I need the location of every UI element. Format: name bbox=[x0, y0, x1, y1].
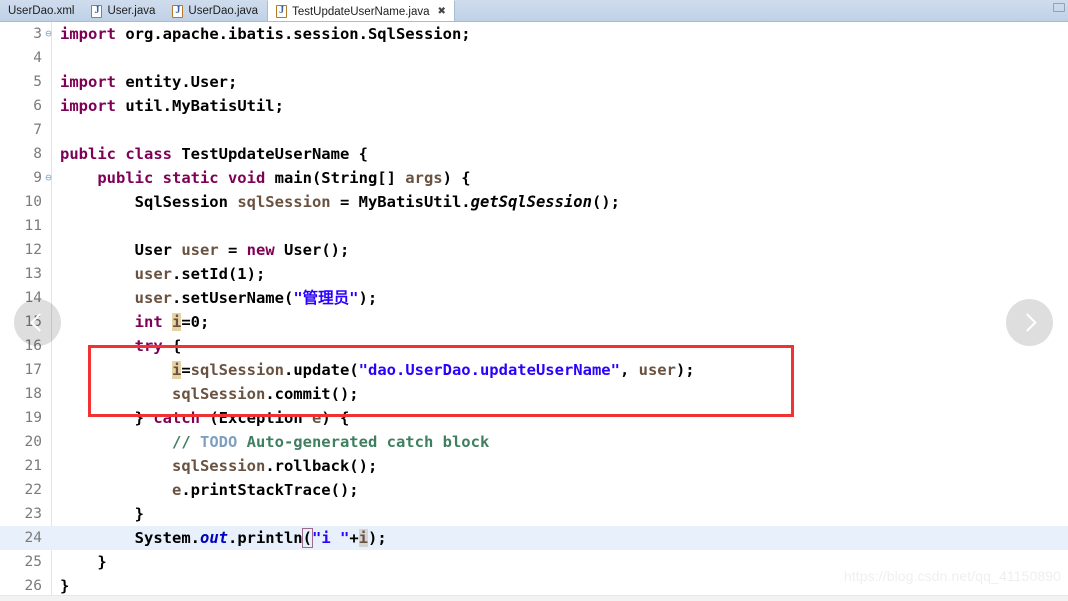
code-line[interactable]: 14 user.setUserName("管理员"); bbox=[0, 286, 1068, 310]
tab-label: UserDao.java bbox=[188, 5, 259, 17]
line-number: 10 bbox=[24, 194, 42, 210]
code-line[interactable]: 22 e.printStackTrace(); bbox=[0, 478, 1068, 502]
chevron-right-icon bbox=[1018, 313, 1037, 332]
close-icon[interactable]: ✖ bbox=[438, 6, 446, 17]
fold-toggle-icon[interactable]: ⊖ bbox=[44, 166, 53, 190]
line-content: public static void main(String[] args) { bbox=[97, 169, 471, 187]
bottom-strip bbox=[0, 595, 1068, 601]
line-number: 9 bbox=[33, 170, 42, 186]
line-content: User user = new User(); bbox=[60, 241, 350, 259]
line-number: 6 bbox=[33, 98, 42, 114]
tab-testupdateusername-java[interactable]: TestUpdateUserName.java ✖ bbox=[267, 0, 455, 21]
code-line[interactable]: 10 SqlSession sqlSession = MyBatisUtil.g… bbox=[0, 190, 1068, 214]
code-line[interactable]: 3 ⊖ import org.apache.ibatis.session.Sql… bbox=[0, 22, 1068, 46]
chevron-left-icon bbox=[30, 313, 49, 332]
line-content: } bbox=[60, 505, 144, 523]
line-content: e.printStackTrace(); bbox=[171, 481, 359, 499]
tab-label: TestUpdateUserName.java bbox=[292, 5, 430, 18]
line-content: // TODO Auto-generated catch block bbox=[171, 433, 490, 451]
line-number: 20 bbox=[24, 434, 42, 450]
line-content: SqlSession sqlSession = MyBatisUtil.getS… bbox=[60, 193, 620, 211]
line-number: 7 bbox=[33, 122, 42, 138]
editor-tab-bar: UserDao.xml User.java UserDao.java TestU… bbox=[0, 0, 1068, 22]
line-number: 21 bbox=[24, 458, 42, 474]
line-number: 25 bbox=[24, 554, 42, 570]
java-file-icon bbox=[276, 4, 288, 18]
code-line-current[interactable]: 24 System.out.println("i "+i); bbox=[0, 526, 1068, 550]
code-line[interactable]: 23 } bbox=[0, 502, 1068, 526]
code-line[interactable]: 15 int i=0; bbox=[0, 310, 1068, 334]
line-number: 5 bbox=[33, 74, 42, 90]
prev-image-button[interactable] bbox=[14, 299, 61, 346]
line-number: 13 bbox=[24, 266, 42, 282]
code-lines: 3 ⊖ import org.apache.ibatis.session.Sql… bbox=[0, 22, 1068, 601]
line-content: System.out.println("i "+i); bbox=[53, 526, 1068, 550]
code-line[interactable]: 8 public class TestUpdateUserName { bbox=[0, 142, 1068, 166]
line-content: try { bbox=[134, 337, 182, 355]
code-line[interactable]: 6 import util.MyBatisUtil; bbox=[0, 94, 1068, 118]
code-line[interactable]: 18 sqlSession.commit(); bbox=[0, 382, 1068, 406]
code-line[interactable]: 19 } catch (Exception e) { bbox=[0, 406, 1068, 430]
code-line[interactable]: 4 bbox=[0, 46, 1068, 70]
code-line[interactable]: 13 user.setId(1); bbox=[0, 262, 1068, 286]
code-line[interactable]: 5 import entity.User; bbox=[0, 70, 1068, 94]
code-line[interactable]: 16 try { bbox=[0, 334, 1068, 358]
line-number: 19 bbox=[24, 410, 42, 426]
line-content: } catch (Exception e) { bbox=[60, 409, 350, 427]
line-content: sqlSession.commit(); bbox=[171, 385, 359, 403]
code-editor[interactable]: 3 ⊖ import org.apache.ibatis.session.Sql… bbox=[0, 22, 1068, 601]
tab-label: UserDao.xml bbox=[8, 5, 75, 17]
line-content: public class TestUpdateUserName { bbox=[60, 145, 368, 163]
line-number: 24 bbox=[24, 530, 42, 546]
restore-icon[interactable] bbox=[1053, 3, 1065, 12]
tab-label: User.java bbox=[107, 5, 156, 17]
line-content: user.setId(1); bbox=[134, 265, 266, 283]
tab-user-java[interactable]: User.java bbox=[83, 0, 164, 21]
line-content: user.setUserName("管理员"); bbox=[134, 289, 378, 307]
code-line[interactable]: 21 sqlSession.rollback(); bbox=[0, 454, 1068, 478]
line-number: 3 bbox=[33, 26, 42, 42]
line-number: 4 bbox=[33, 50, 42, 66]
next-image-button[interactable] bbox=[1006, 299, 1053, 346]
line-number: 8 bbox=[33, 146, 42, 162]
line-number: 23 bbox=[24, 506, 42, 522]
java-file-icon bbox=[91, 4, 103, 18]
fold-toggle-icon[interactable]: ⊖ bbox=[44, 22, 53, 46]
line-content: sqlSession.rollback(); bbox=[171, 457, 378, 475]
java-file-icon bbox=[172, 4, 184, 18]
line-content: import entity.User; bbox=[60, 73, 238, 91]
code-line[interactable]: 17 i=sqlSession.update("dao.UserDao.upda… bbox=[0, 358, 1068, 382]
code-line[interactable]: 12 User user = new User(); bbox=[0, 238, 1068, 262]
code-line[interactable]: 11 bbox=[0, 214, 1068, 238]
line-number: 11 bbox=[24, 218, 42, 234]
tab-userdao-java[interactable]: UserDao.java bbox=[164, 0, 267, 21]
line-content: i=sqlSession.update("dao.UserDao.updateU… bbox=[171, 361, 695, 379]
line-content: import org.apache.ibatis.session.SqlSess… bbox=[60, 25, 471, 43]
line-content: int i=0; bbox=[134, 313, 210, 331]
tab-userdao-xml[interactable]: UserDao.xml bbox=[0, 0, 83, 21]
line-content: import util.MyBatisUtil; bbox=[60, 97, 284, 115]
line-number: 17 bbox=[24, 362, 42, 378]
line-number: 22 bbox=[24, 482, 42, 498]
code-line[interactable]: 9 ⊖ public static void main(String[] arg… bbox=[0, 166, 1068, 190]
code-line[interactable]: 7 bbox=[0, 118, 1068, 142]
watermark-text: https://blog.csdn.net/qq_41150890 bbox=[843, 568, 1061, 584]
line-number: 18 bbox=[24, 386, 42, 402]
line-number: 12 bbox=[24, 242, 42, 258]
code-line[interactable]: 20 // TODO Auto-generated catch block bbox=[0, 430, 1068, 454]
